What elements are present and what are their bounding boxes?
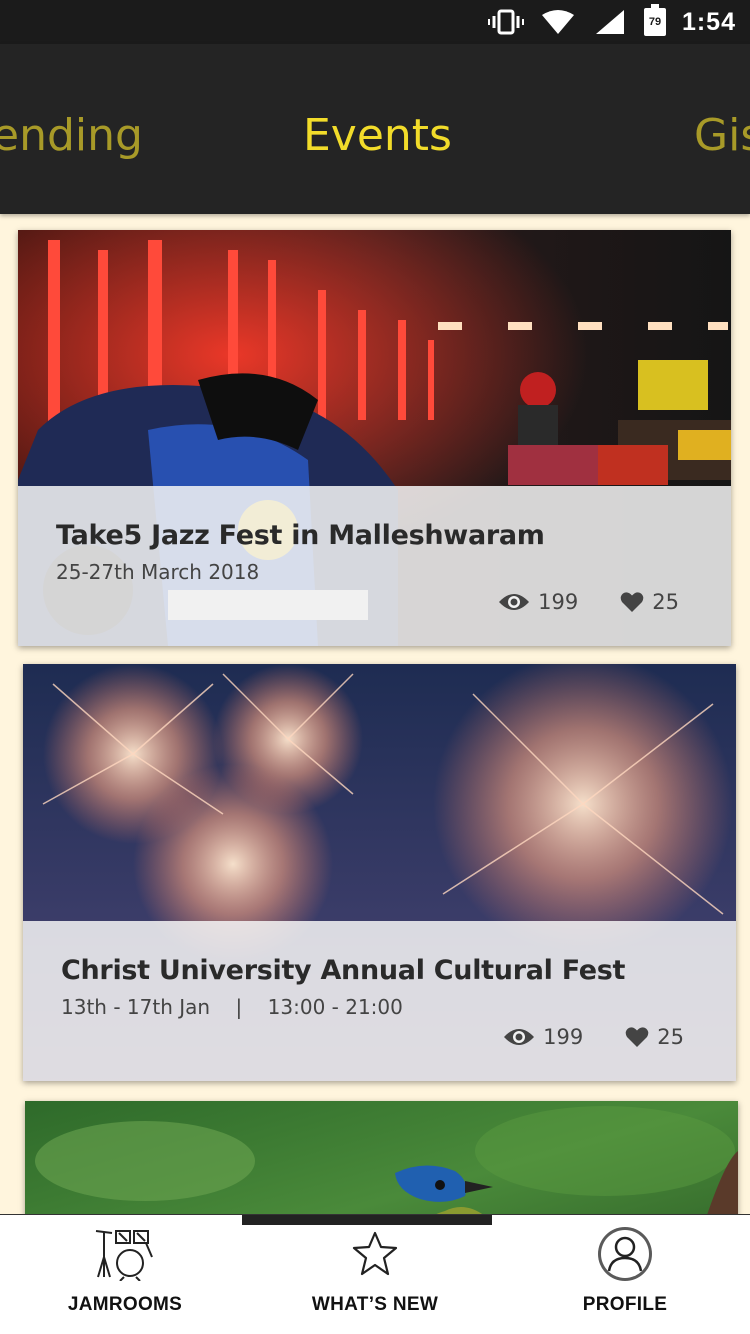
view-count: 199 <box>538 590 579 614</box>
bottom-navigation: JAMROOMS WHAT’S NEW PROFILE <box>0 1214 750 1334</box>
nav-jamrooms[interactable]: JAMROOMS <box>0 1215 250 1334</box>
event-date: 25-27th March 2018 <box>56 560 260 584</box>
like-count: 25 <box>657 1025 684 1049</box>
status-bar: 79 1:54 <box>0 0 750 44</box>
battery-level: 79 <box>648 16 662 28</box>
battery-icon: 79 <box>643 4 666 36</box>
active-tab-indicator <box>242 1215 492 1225</box>
nav-whats-new[interactable]: WHAT’S NEW <box>250 1215 500 1334</box>
view-count: 199 <box>543 1025 584 1049</box>
star-icon <box>350 1224 400 1284</box>
heart-icon[interactable] <box>620 591 644 613</box>
nav-label-whats-new: WHAT’S NEW <box>311 1294 439 1315</box>
event-card[interactable]: Take5 Jazz Fest in Malleshwaram 25-27th … <box>18 230 731 646</box>
status-time: 1:54 <box>681 7 736 36</box>
event-stats: 199 25 <box>503 1025 684 1049</box>
event-date: 13th - 17th Jan | 13:00 - 21:00 <box>61 995 403 1019</box>
nav-profile[interactable]: PROFILE <box>500 1215 750 1334</box>
tab-gigs[interactable]: Gis <box>694 110 750 161</box>
event-title: Take5 Jazz Fest in Malleshwaram <box>56 520 545 551</box>
eye-icon <box>498 592 530 612</box>
nav-label-jamrooms: JAMROOMS <box>67 1294 183 1315</box>
profile-icon <box>597 1224 653 1284</box>
category-tabs: ending Events Gis <box>0 44 750 214</box>
event-info-panel: Take5 Jazz Fest in Malleshwaram 25-27th … <box>18 486 731 646</box>
vibrate-icon <box>487 8 524 36</box>
heart-icon[interactable] <box>625 1026 649 1048</box>
drum-kit-icon <box>94 1224 156 1284</box>
event-card[interactable]: Christ University Annual Cultural Fest 1… <box>23 664 736 1081</box>
tab-events[interactable]: Events <box>303 110 452 161</box>
event-title: Christ University Annual Cultural Fest <box>61 955 626 986</box>
nav-label-profile: PROFILE <box>582 1294 668 1315</box>
tab-trending[interactable]: ending <box>0 110 143 161</box>
cell-signal-icon <box>592 8 628 36</box>
wifi-icon <box>540 8 576 36</box>
event-stats: 199 25 <box>498 590 679 614</box>
event-info-panel: Christ University Annual Cultural Fest 1… <box>23 921 736 1081</box>
eye-icon <box>503 1027 535 1047</box>
like-count: 25 <box>652 590 679 614</box>
